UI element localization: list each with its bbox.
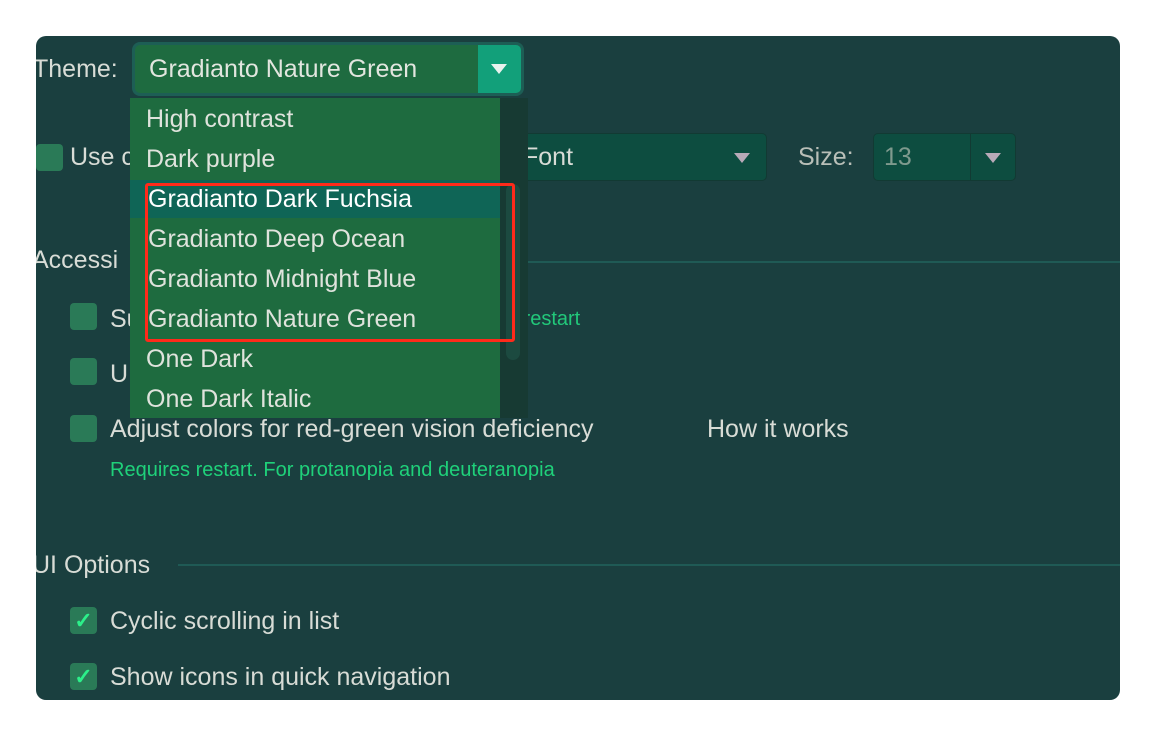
- accessibility-option2-checkbox[interactable]: [70, 358, 97, 385]
- size-value: 13: [884, 143, 912, 171]
- chevron-down-icon: [491, 64, 507, 74]
- how-it-works-link[interactable]: How it works: [707, 414, 849, 444]
- divider: [970, 134, 971, 180]
- theme-option-one-dark-italic[interactable]: One Dark Italic: [146, 379, 311, 418]
- ui-options-separator: [178, 564, 1120, 566]
- theme-label: Theme:: [36, 55, 118, 83]
- use-custom-font-label: Use c: [70, 143, 134, 171]
- use-custom-font-checkbox[interactable]: [36, 144, 63, 171]
- size-combobox[interactable]: 13: [873, 133, 1016, 181]
- theme-option-one-dark[interactable]: One Dark: [146, 339, 253, 379]
- theme-combobox[interactable]: Gradianto Nature Green: [135, 45, 521, 93]
- theme-dropdown-button[interactable]: [478, 45, 521, 93]
- show-icons-checkbox[interactable]: ✓: [70, 663, 97, 690]
- theme-selected-value: Gradianto Nature Green: [149, 55, 418, 83]
- cyclic-scrolling-checkbox[interactable]: ✓: [70, 607, 97, 634]
- chevron-down-icon: [734, 153, 750, 163]
- show-icons-label: Show icons in quick navigation: [110, 663, 451, 691]
- accessibility-option1-checkbox[interactable]: [70, 303, 97, 330]
- size-label: Size:: [798, 143, 854, 171]
- red-green-note: Requires restart. For protanopia and deu…: [110, 459, 555, 481]
- theme-option-dark-purple[interactable]: Dark purple: [146, 139, 275, 179]
- font-value: Font: [523, 143, 574, 171]
- check-icon: ✓: [74, 608, 93, 633]
- chevron-down-icon: [985, 153, 1001, 163]
- accessibility-option2-label: U: [110, 360, 129, 388]
- settings-window: Theme: Gradianto Nature Green Use c Font…: [36, 36, 1120, 700]
- ui-options-header: UI Options: [36, 551, 151, 579]
- red-green-label: Adjust colors for red-green vision defic…: [110, 415, 594, 443]
- check-icon: ✓: [74, 664, 93, 689]
- accessibility-header: Accessi: [36, 246, 119, 274]
- cyclic-scrolling-label: Cyclic scrolling in list: [110, 607, 340, 635]
- theme-option-high-contrast[interactable]: High contrast: [146, 99, 293, 139]
- red-green-checkbox[interactable]: [70, 415, 97, 442]
- annotation-highlight-box: [145, 183, 515, 342]
